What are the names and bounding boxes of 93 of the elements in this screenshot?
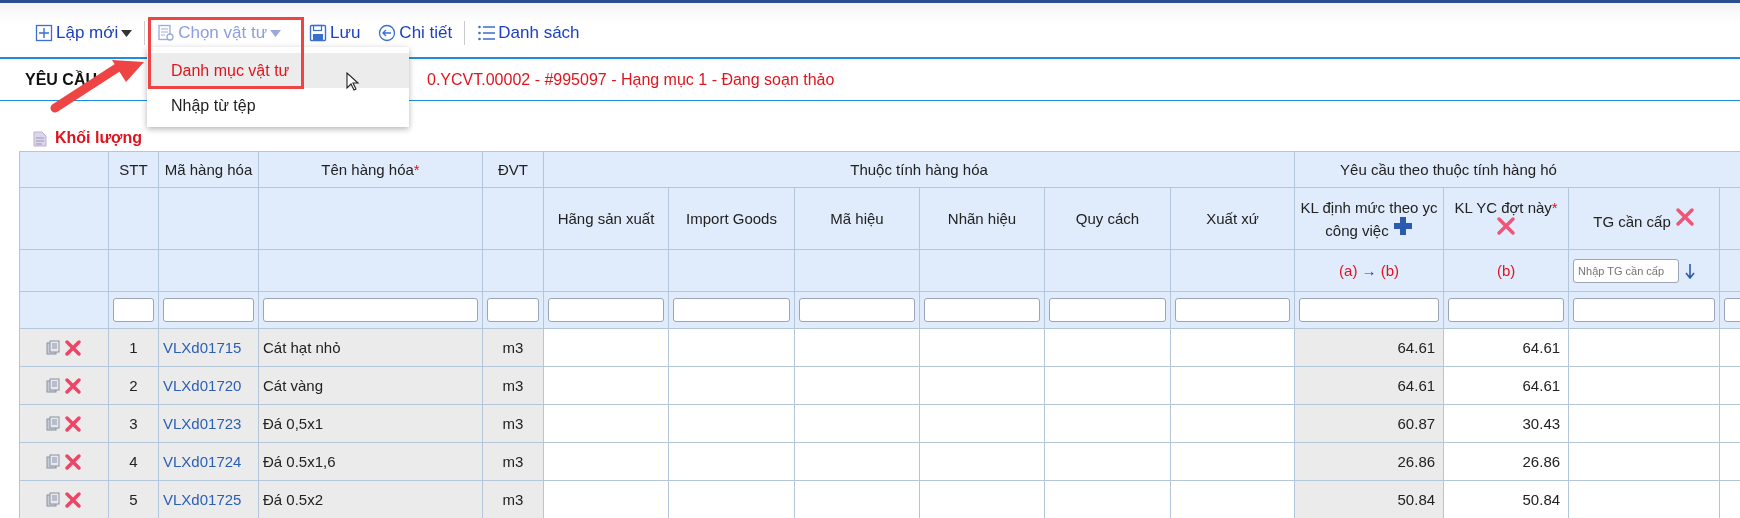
section-title: Khối lượng [55,129,142,147]
column-header: Quy cách [1044,187,1171,250]
table-cell: 1 [108,328,159,367]
table-cell: m3 [482,442,544,481]
column-header: TG cần cấp [1568,187,1720,250]
copy-icon[interactable] [46,454,60,469]
column-header: Hãng sản xuất [543,187,669,250]
arrow-symbol: → [1361,262,1377,279]
formula-label: (b) [1496,262,1516,279]
date-field[interactable]: Nhập TG cần cấp [1573,258,1680,283]
caret-icon [270,29,282,37]
remove-icon [1496,215,1517,236]
item-code-link[interactable]: VLXd01720 [158,366,259,405]
filter-field[interactable] [924,298,1040,322]
table-cell: 3 [108,404,159,443]
toolbar-button[interactable]: Lập mới [26,23,142,43]
delete-icon[interactable] [64,376,82,395]
table-cell: Cát vàng [258,366,483,405]
down-arrow-icon [1685,262,1696,279]
save-icon [309,24,328,42]
plus-icon [1392,215,1413,236]
column-header: ĐVT [482,151,544,188]
caret-icon [121,29,133,37]
copy-icon[interactable] [46,492,60,507]
document-icon [33,131,47,147]
table-cell: 64.61 [1443,328,1569,367]
column-header: KL YC đợt này* [1443,187,1569,250]
delete-icon[interactable] [64,490,82,509]
filter-field[interactable] [163,298,254,322]
table-cell: m3 [482,328,544,367]
table-cell: m3 [482,480,544,518]
column-header: Import Goods [668,187,795,250]
table-cell: Đá 0.5x1,6 [258,442,483,481]
filter-field[interactable] [548,298,664,322]
formula-label: (a) [1339,262,1358,279]
item-code-link[interactable]: VLXd01723 [158,404,259,443]
table-cell: 60.87 [1294,404,1444,443]
table-cell: m3 [482,366,544,405]
item-code-link[interactable]: VLXd01725 [158,480,259,518]
filter-field[interactable] [487,298,539,322]
item-code-link[interactable]: VLXd01724 [158,442,259,481]
group-header: Yêu cầu theo thuộc tính hàng hó [1294,151,1740,188]
toolbar-button[interactable]: Chi tiết [369,23,462,43]
table-cell: 50.84 [1294,480,1444,518]
table-cell: Đá 0.5x2 [258,480,483,518]
back-circle-icon [378,24,397,42]
table-cell: 26.86 [1294,442,1444,481]
delete-icon[interactable] [64,338,82,357]
column-header: Mã hàng hóa [158,151,259,188]
filter-field[interactable] [1573,298,1716,322]
list-gear-icon [157,24,176,42]
column-header: Mã hiệu [794,187,920,250]
delete-icon[interactable] [64,452,82,471]
item-code-link[interactable]: VLXd01715 [158,328,259,367]
column-header: KL định mức theo yc công việc [1294,187,1444,250]
table-cell: 64.61 [1294,328,1444,367]
column-header: Tên hàng hóa* [258,151,483,188]
cursor-icon [346,72,360,92]
table-cell: 26.86 [1443,442,1569,481]
table-cell: Cát hạt nhỏ [258,328,483,367]
copy-icon[interactable] [46,340,60,355]
filter-field[interactable] [1049,298,1166,322]
table-cell: Đá 0,5x1 [258,404,483,443]
column-header: STT [108,151,159,188]
filter-field[interactable] [1175,298,1291,322]
document-status: 0.YCVT.00002 - #995097 - Hạng mục 1 - Đang soạn thảo [427,70,835,89]
delete-icon[interactable] [64,414,82,433]
filter-field[interactable] [263,298,478,322]
menu-item[interactable]: Danh mục vật tư [147,53,409,88]
table-cell: m3 [482,404,544,443]
toolbar-button[interactable]: Lưu [300,23,370,43]
remove-icon [1674,207,1695,227]
copy-icon[interactable] [46,378,60,393]
filter-field[interactable] [1448,298,1565,322]
table-cell: 4 [108,442,159,481]
formula-label: (b) [1380,262,1400,279]
group-header: Thuộc tính hàng hóa [543,151,1295,188]
add-icon [35,24,53,42]
table-cell: 30.43 [1443,404,1569,443]
filter-field[interactable] [799,298,915,322]
filter-field[interactable] [673,298,790,322]
filter-field[interactable] [1299,298,1440,322]
copy-icon[interactable] [46,416,60,431]
list-icon [477,24,496,42]
table-cell: 64.61 [1443,366,1569,405]
toolbar-button[interactable]: Danh sách [468,23,589,43]
table-cell: 2 [108,366,159,405]
column-header: Nhãn hiệu [919,187,1045,250]
table-cell: 5 [108,480,159,518]
filter-field[interactable] [113,298,154,322]
menu-item[interactable]: Nhập từ tệp [147,88,409,123]
column-header: Xuất xứ [1170,187,1295,250]
table-cell: 64.61 [1294,366,1444,405]
